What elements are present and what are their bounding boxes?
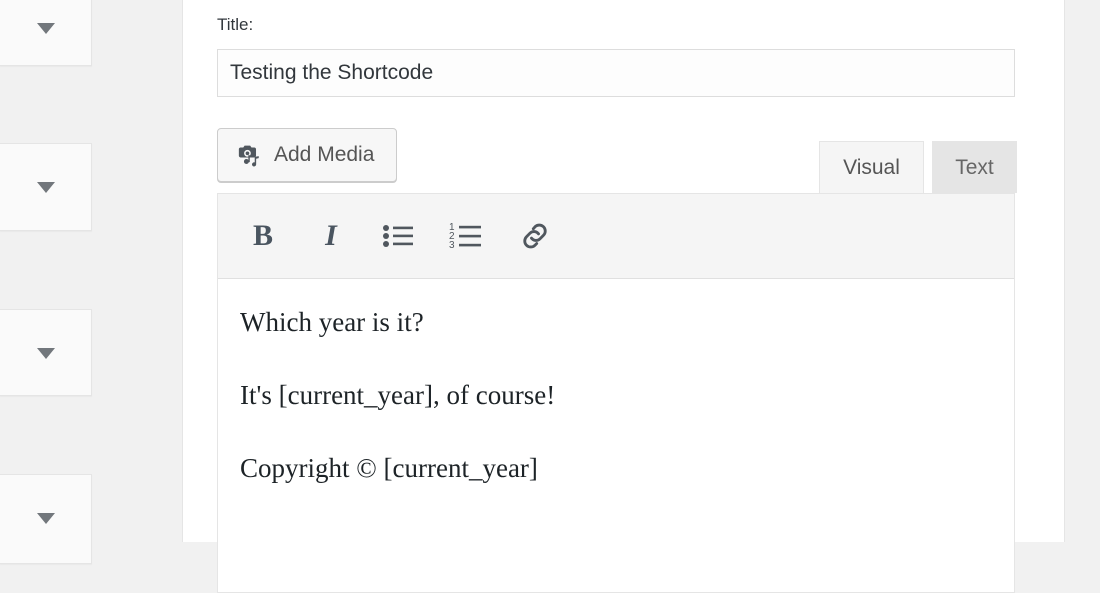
ordered-list-icon[interactable]: 1 2 3 [446, 215, 488, 257]
content-paragraph: Copyright © [current_year] [240, 453, 538, 484]
editor-toolbar: B I 1 2 3 [218, 194, 1014, 279]
italic-icon[interactable]: I [310, 215, 352, 257]
post-title-input[interactable] [217, 49, 1015, 97]
unordered-list-icon[interactable] [378, 215, 420, 257]
media-camera-icon [235, 142, 263, 168]
title-label: Title: [217, 15, 254, 34]
collapsed-metabox-1[interactable] [0, 0, 92, 66]
content-paragraph: It's [current_year], of course! [240, 380, 556, 411]
collapsed-metabox-3[interactable] [0, 309, 92, 396]
tab-text[interactable]: Text [932, 141, 1017, 193]
tab-visual[interactable]: Visual [819, 141, 924, 193]
sidebar-column [0, 0, 163, 564]
link-icon[interactable] [514, 215, 556, 257]
chevron-down-icon[interactable] [36, 23, 55, 34]
collapsed-metabox-2[interactable] [0, 143, 92, 231]
add-media-label: Add Media [274, 143, 375, 166]
add-media-button[interactable]: Add Media [217, 128, 398, 182]
editor-wrapper: B I 1 2 3 Which year is it? It's [curren… [217, 193, 1015, 593]
content-paragraph: Which year is it? [240, 307, 424, 337]
collapsed-metabox-4[interactable] [0, 474, 92, 564]
chevron-down-icon[interactable] [36, 182, 55, 193]
post-editor-column: Title: Add Media Visual Text B I [182, 0, 1065, 593]
svg-text:3: 3 [449, 240, 455, 251]
chevron-down-icon[interactable] [36, 513, 55, 524]
chevron-down-icon[interactable] [36, 348, 55, 359]
editor-content-area[interactable]: Which year is it? It's [current_year], o… [218, 279, 1014, 592]
bold-icon[interactable]: B [242, 215, 284, 257]
